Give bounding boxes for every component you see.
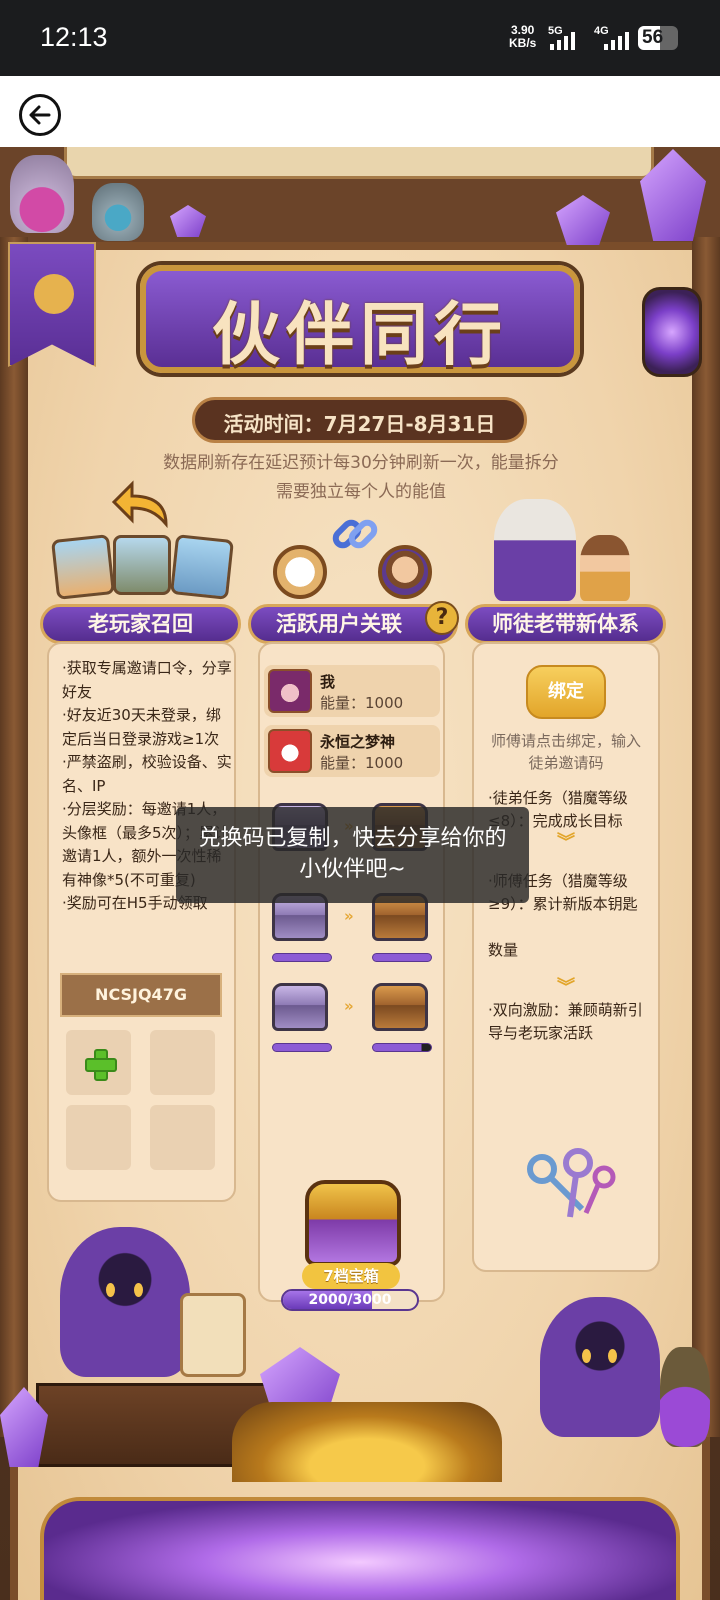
user-energy: 能量：1000	[320, 754, 404, 772]
battery-icon: 56	[638, 26, 678, 50]
title-plaque: 伙伴同行	[140, 265, 580, 375]
user-name: 我	[320, 673, 336, 691]
recall-rule: ·获取专属邀请口令，分享好友	[62, 659, 232, 701]
user-name: 永恒之梦神	[320, 733, 396, 751]
pet-card-dog-icon	[51, 534, 115, 600]
nav-bar	[0, 76, 720, 147]
portal-banner	[40, 1497, 680, 1600]
bind-hint: 师傅请点击绑定，输入徒弟邀请码	[490, 732, 641, 772]
master-task-tail: 数量	[488, 941, 519, 959]
network-speed: 3.90 KB/s	[509, 24, 536, 50]
status-bar: 12:13 3.90 KB/s 5G 4G 56	[0, 0, 720, 76]
invite-slot	[150, 1030, 215, 1095]
event-date: 活动时间：7月27日-8月31日	[223, 412, 496, 436]
hooded-imp-left-icon	[60, 1227, 190, 1377]
chest-progress-bar	[372, 1043, 432, 1052]
keys-icon	[520, 1147, 620, 1227]
event-title: 伙伴同行	[211, 296, 508, 375]
pet-card-monkey-icon	[113, 535, 171, 595]
invite-slot	[66, 1105, 131, 1170]
mentor-wizard-icon	[494, 499, 576, 601]
refresh-notice: 数据刷新存在延迟预计每30分钟刷新一次，能量拆分需要独立每个人的能值	[163, 453, 559, 502]
potion-bottle-icon	[660, 1347, 710, 1447]
gold-chest-icon[interactable]	[372, 983, 428, 1031]
hooded-imp-right-icon	[540, 1297, 660, 1437]
treasure-pile-icon	[232, 1402, 502, 1482]
speed-unit: KB/s	[509, 36, 537, 50]
recall-rule: ·严禁盗刷，校验设备、实名、IP	[62, 753, 232, 795]
toast-message: 兑换码已复制，快去分享给你的小伙伴吧~	[198, 826, 507, 882]
recall-rule: ·好友近30天未登录，绑定后当日登录游戏≥1次	[62, 706, 221, 748]
user-avatar	[268, 729, 312, 773]
scroll-icon	[180, 1293, 246, 1377]
back-button[interactable]	[19, 94, 61, 136]
tier7-chest-label: 7档宝箱	[302, 1263, 400, 1289]
double-arrow-icon: »	[344, 997, 354, 1015]
invite-slot-add[interactable]	[66, 1030, 131, 1095]
help-button[interactable]: ?	[425, 601, 459, 635]
apprentice-icon	[580, 535, 630, 601]
plus-icon	[85, 1049, 117, 1081]
chain-link-icon	[328, 507, 382, 561]
linked-user-row: 永恒之梦神 能量：1000	[264, 725, 440, 777]
linked-user-row: 我 能量：1000	[264, 665, 440, 717]
chest-progress-bar	[372, 953, 432, 962]
tier7-chest-icon[interactable]	[305, 1180, 401, 1266]
lantern-icon	[642, 287, 702, 377]
energy-progress-bar: 2000/3000	[281, 1289, 419, 1311]
double-arrow-icon: »	[344, 907, 354, 925]
chest-progress-bar	[272, 953, 332, 962]
bind-button[interactable]: 绑定	[526, 665, 606, 719]
battery-level: 56	[642, 27, 664, 48]
signal-4g-icon	[604, 30, 629, 50]
pet-card-dragon-icon	[170, 534, 234, 600]
parchment-scroll-top	[64, 147, 654, 179]
cat-avatar-icon	[273, 545, 327, 599]
event-page: 伙伴同行 活动时间：7月27日-8月31日 数据刷新存在延迟预计每30分钟刷新一…	[0, 147, 720, 1600]
potion-bottle-icon	[10, 155, 74, 233]
mutual-incentive: ·双向激励：兼顾萌新引导与老玩家活跃	[488, 1001, 643, 1042]
potion-bottle-icon	[92, 183, 144, 241]
event-date-plaque: 活动时间：7月27日-8月31日	[192, 397, 527, 443]
signal-5g-icon	[550, 30, 575, 50]
invite-slot	[150, 1105, 215, 1170]
energy-progress-text: 2000/3000	[308, 1292, 392, 1308]
header-player-recall-label: 老玩家召回	[88, 612, 193, 636]
header-mentor-system: 师徒老带新体系	[465, 604, 666, 644]
boy-avatar-icon	[378, 545, 432, 599]
user-energy: 能量：1000	[320, 694, 404, 712]
paw-emblem-icon	[34, 274, 74, 314]
clock: 12:13	[40, 22, 108, 52]
return-arrow-icon	[110, 480, 172, 530]
chest-progress-bar	[272, 1043, 332, 1052]
user-avatar	[268, 669, 312, 713]
back-arrow-icon	[29, 105, 51, 125]
copy-toast: 兑换码已复制，快去分享给你的小伙伴吧~	[176, 807, 529, 903]
silver-chest-icon[interactable]	[272, 983, 328, 1031]
header-player-recall: 老玩家召回	[40, 604, 241, 644]
wood-post-left	[0, 237, 28, 1437]
wood-post-right	[692, 237, 720, 1437]
chevron-down-icon: ︾	[557, 832, 575, 853]
header-mentor-system-label: 师徒老带新体系	[492, 612, 639, 636]
invite-code-box[interactable]: NCSJQ47G	[60, 973, 222, 1017]
header-active-link-label: 活跃用户关联	[276, 612, 402, 636]
